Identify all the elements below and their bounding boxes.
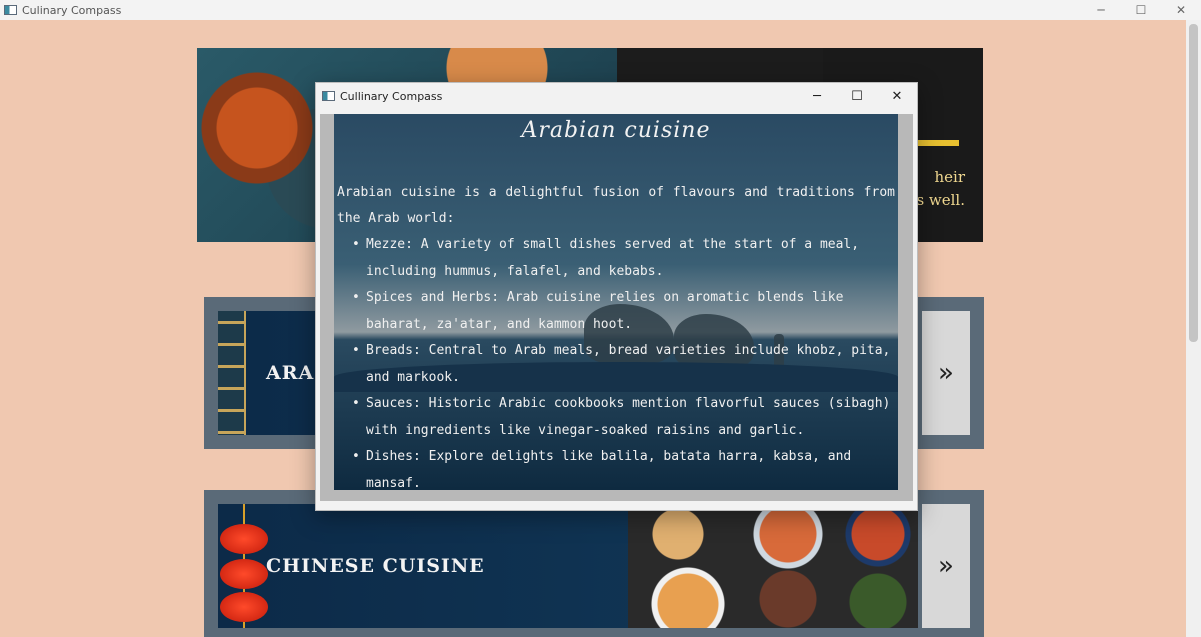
list-item: Dishes: Explore delights like balila, ba… <box>352 444 892 490</box>
list-item: Mezze: A variety of small dishes served … <box>352 232 892 285</box>
dialog-titlebar: Cullinary Compass ─ ☐ ✕ <box>316 83 917 109</box>
cuisine-list: Mezze: A variety of small dishes served … <box>352 232 892 490</box>
banner-tagline-line2: s well. <box>916 191 965 209</box>
banner-tagline: heir s well. <box>916 166 965 212</box>
maximize-button[interactable]: ☐ <box>1121 0 1161 20</box>
cuisine-detail-dialog: Cullinary Compass ─ ☐ ✕ Arabian cuisine … <box>315 82 918 511</box>
dialog-window-controls: ─ ☐ ✕ <box>797 83 917 109</box>
lantern-top <box>220 524 268 554</box>
cuisine-heading: Arabian cuisine <box>521 118 711 143</box>
chinese-card-inner: CHINESE CUISINE <box>218 504 918 628</box>
lantern-icon <box>218 504 270 628</box>
lantern-bottom <box>220 592 268 622</box>
list-item: Sauces: Historic Arabic cookbooks mentio… <box>352 391 892 444</box>
dialog-close-button[interactable]: ✕ <box>877 83 917 109</box>
dialog-window-icon <box>322 91 335 101</box>
arabian-open-button[interactable]: » <box>922 311 970 435</box>
app-window-icon <box>4 5 17 15</box>
vertical-scrollbar[interactable] <box>1186 20 1201 637</box>
cuisine-intro: Arabian cuisine is a delightful fusion o… <box>337 185 895 226</box>
dialog-minimize-button[interactable]: ─ <box>797 83 837 109</box>
dialog-content-panel: Arabian cuisine Arabian cuisine is a del… <box>334 114 898 490</box>
list-item: Spices and Herbs: Arab cuisine relies on… <box>352 285 892 338</box>
app-titlebar: Culinary Compass ─ ☐ ✕ <box>0 0 1201 20</box>
minimize-button[interactable]: ─ <box>1081 0 1121 20</box>
chinese-card-title: CHINESE CUISINE <box>266 555 485 577</box>
close-button[interactable]: ✕ <box>1161 0 1201 20</box>
banner-tagline-line1: heir <box>934 168 965 186</box>
arabesque-pattern-decoration <box>218 311 246 435</box>
chinese-food-image <box>628 504 918 628</box>
lantern-middle <box>220 559 268 589</box>
app-title: Culinary Compass <box>22 3 122 17</box>
dialog-maximize-button[interactable]: ☐ <box>837 83 877 109</box>
chinese-open-button[interactable]: » <box>922 504 970 628</box>
list-item: Breads: Central to Arab meals, bread var… <box>352 338 892 391</box>
dialog-frame: Arabian cuisine Arabian cuisine is a del… <box>320 114 913 501</box>
chinese-cuisine-card[interactable]: CHINESE CUISINE » <box>204 490 984 637</box>
window-controls: ─ ☐ ✕ <box>1081 0 1201 20</box>
dialog-title: Cullinary Compass <box>340 89 443 103</box>
scrollbar-thumb[interactable] <box>1189 24 1198 342</box>
